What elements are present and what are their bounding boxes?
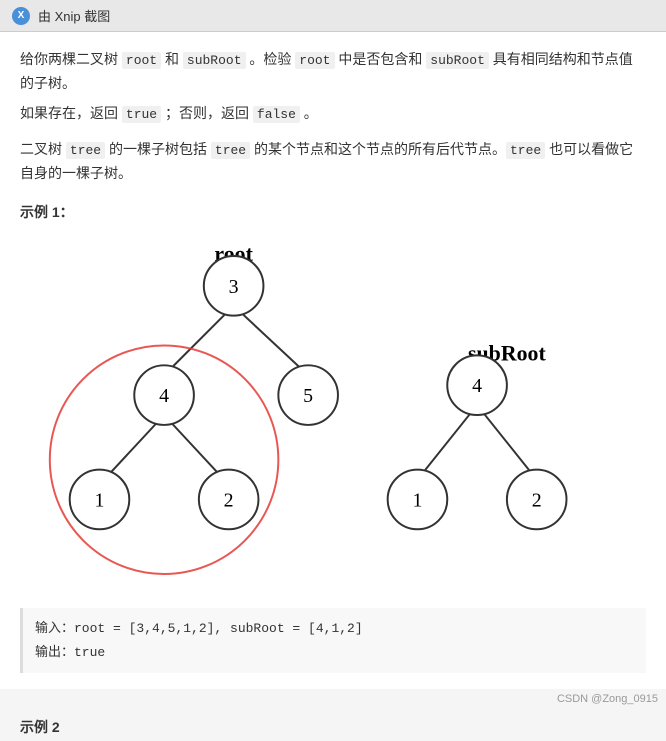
code-subroot2: subRoot [426,52,489,69]
node-sub-2: 2 [532,489,542,511]
node-root-2: 2 [224,489,234,511]
problem-description: 给你两棵二叉树 root 和 subRoot 。检验 root 中是否包含和 s… [20,48,646,126]
tree-diagram: root 3 4 5 1 [20,230,646,600]
desc-line3: 二叉树 tree 的一棵子树包括 tree 的某个节点和这个节点的所有后代节点。… [20,138,646,186]
code-false: false [253,106,300,123]
code-tree3: tree [506,142,545,159]
desc-line2: 如果存在，返回 true ；否则，返回 false 。 [20,102,646,126]
node-root-5: 5 [303,385,313,407]
desc-line1: 给你两棵二叉树 root 和 subRoot 。检验 root 中是否包含和 s… [20,48,646,96]
example1-input: 输入：root = [3,4,5,1,2], subRoot = [4,1,2] [35,616,634,640]
title-text: 由 Xnip 截图 [38,6,110,25]
problem-desc2: 二叉树 tree 的一棵子树包括 tree 的某个节点和这个节点的所有后代节点。… [20,138,646,186]
app-logo: X [12,7,30,25]
node-root-4: 4 [159,385,169,407]
example1-label: 示例 1： [20,202,646,222]
logo-text: X [18,10,25,21]
input-label: 输入：root = [3,4,5,1,2], subRoot = [4,1,2] [35,621,363,636]
code-root2: root [295,52,334,69]
example1-output: 输出：true [35,640,634,664]
node-sub-4: 4 [472,375,482,397]
diagram-area: root 3 4 5 1 [20,230,646,600]
node-root-3: 3 [229,276,239,298]
footer-credit: CSDN @Zong_0915 [557,693,658,705]
node-root-1: 1 [95,489,105,511]
node-sub-1: 1 [412,489,422,511]
output-label: 输出：true [35,645,105,660]
main-content: 给你两棵二叉树 root 和 subRoot 。检验 root 中是否包含和 s… [0,32,666,689]
footer-note: CSDN @Zong_0915 [0,689,666,709]
code-tree2: tree [211,142,250,159]
code-subroot: subRoot [183,52,246,69]
code-true: true [122,106,161,123]
example2-label: 示例 2 [0,709,666,741]
example1-io: 输入：root = [3,4,5,1,2], subRoot = [4,1,2]… [20,608,646,673]
code-root: root [122,52,161,69]
title-bar: X 由 Xnip 截图 [0,0,666,32]
code-tree1: tree [66,142,105,159]
